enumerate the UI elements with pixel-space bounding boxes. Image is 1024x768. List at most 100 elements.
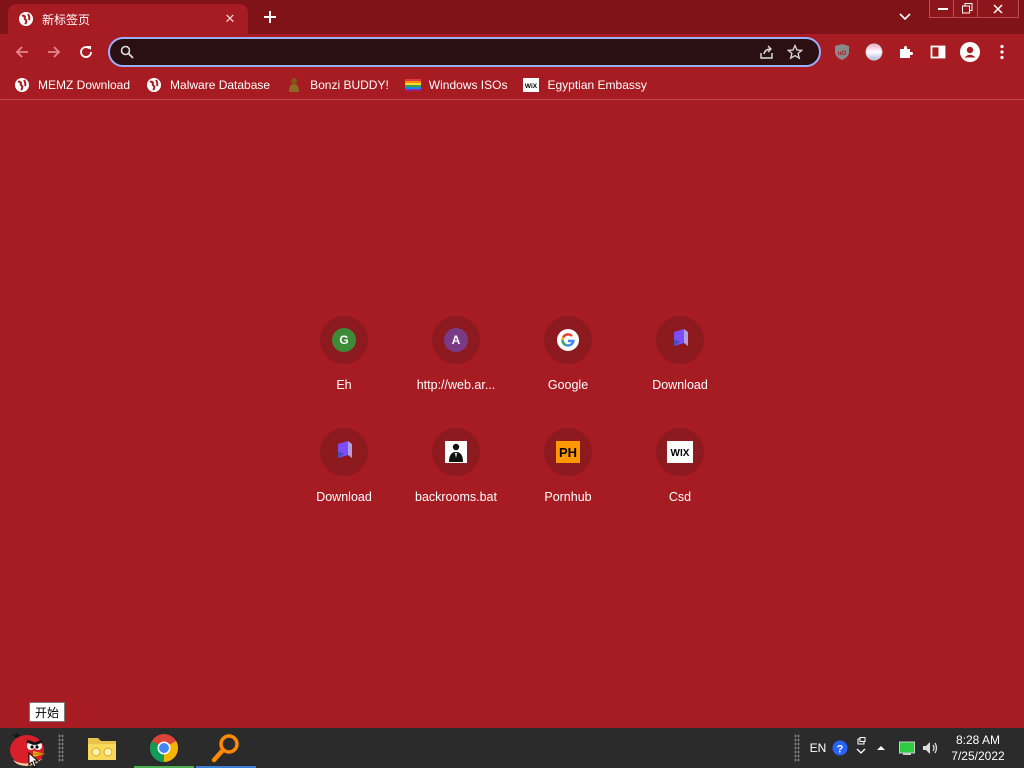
taskbar-grip[interactable] <box>58 734 64 762</box>
share-icon <box>760 45 773 59</box>
chevron-down-icon <box>899 13 911 21</box>
gradient-ball-icon <box>865 43 883 61</box>
address-input[interactable] <box>144 44 753 60</box>
tile-icon-circle: WIX <box>656 428 704 476</box>
tile-download-2[interactable]: Download <box>288 420 400 532</box>
google-icon <box>557 329 579 351</box>
bookmark-malware-database[interactable]: Malware Database <box>146 73 270 97</box>
back-button[interactable] <box>8 38 36 66</box>
cube-icon <box>338 441 352 458</box>
bookmark-memz-download[interactable]: MEMZ Download <box>14 73 130 97</box>
forward-button[interactable] <box>40 38 68 66</box>
tab-search-button[interactable] <box>895 8 915 26</box>
taskbar-app-chrome[interactable] <box>134 728 194 768</box>
tile-icon-circle: PH <box>544 428 592 476</box>
wix-icon: WiX <box>523 77 540 92</box>
svg-text:WIX: WIX <box>671 448 690 459</box>
start-button[interactable] <box>2 728 52 768</box>
taskbar: EN ? 8:28 AM 7/25/2022 <box>0 728 1024 768</box>
rainbow-icon <box>404 78 421 91</box>
close-tab-icon[interactable]: ✕ <box>222 11 238 27</box>
language-indicator[interactable]: EN <box>808 728 828 768</box>
file-explorer-icon <box>88 738 116 760</box>
toolbar: uO <box>0 34 1024 70</box>
network-button[interactable] <box>852 728 870 768</box>
omnibox[interactable] <box>108 37 821 67</box>
help-icon: ? <box>832 740 848 756</box>
profile-icon <box>960 42 980 62</box>
tile-backrooms-bat[interactable]: backrooms.bat <box>400 420 512 532</box>
bookmark-label: Windows ISOs <box>428 77 508 92</box>
tray-grip[interactable] <box>794 734 800 762</box>
kebab-menu-icon <box>1000 44 1004 60</box>
star-icon <box>787 44 803 60</box>
extensions-button[interactable] <box>896 42 916 62</box>
tile-download-1[interactable]: Download <box>624 308 736 420</box>
bookmark-windows-isos[interactable]: Windows ISOs <box>404 73 508 97</box>
search-magnifier-icon <box>211 734 239 763</box>
svg-text:WiX: WiX <box>525 83 538 90</box>
tile-label: Google <box>547 378 589 392</box>
reload-button[interactable] <box>72 38 100 66</box>
tile-google[interactable]: Google <box>512 308 624 420</box>
tile-label: Eh <box>336 378 352 392</box>
ublock-extension[interactable]: uO <box>832 42 852 62</box>
tile-label: Pornhub <box>544 490 592 504</box>
taskbar-app-explorer[interactable] <box>72 728 132 768</box>
new-tab-button[interactable] <box>260 7 280 27</box>
bookmark-label: Bonzi BUDDY! <box>310 77 389 92</box>
letter-g-icon: G <box>332 328 356 352</box>
tile-eh[interactable]: G Eh <box>288 308 400 420</box>
ball-extension[interactable] <box>864 42 884 62</box>
bookmarks-bar: MEMZ Download Malware Database Bonzi BUD… <box>0 70 1024 100</box>
svg-text:PH: PH <box>559 445 577 460</box>
start-tooltip: 开始 <box>29 702 66 722</box>
volume-button[interactable] <box>920 728 942 768</box>
bookmark-star-button[interactable] <box>781 40 809 64</box>
tile-web-archive[interactable]: A http://web.ar... <box>400 308 512 420</box>
show-hidden-icons-button[interactable] <box>872 728 890 768</box>
tile-pornhub[interactable]: PH Pornhub <box>512 420 624 532</box>
clock-time: 8:28 AM <box>955 733 1001 747</box>
side-panel-icon <box>930 45 946 59</box>
search-icon <box>120 45 134 59</box>
ublock-icon: uO <box>835 44 849 60</box>
tab-title: 新标签页 <box>42 12 91 27</box>
chevron-up-icon <box>877 746 885 750</box>
help-button[interactable]: ? <box>830 728 850 768</box>
system-clock[interactable]: 8:28 AM 7/25/2022 <box>942 732 1014 764</box>
network-icon <box>856 737 866 754</box>
mouse-cursor-icon <box>28 752 40 768</box>
bookmark-bonzi-buddy[interactable]: Bonzi BUDDY! <box>286 73 389 97</box>
tile-csd[interactable]: WIX Csd <box>624 420 736 532</box>
battery-button[interactable] <box>896 728 918 768</box>
bookmark-egyptian-embassy[interactable]: WiX Egyptian Embassy <box>523 73 647 97</box>
volume-icon <box>923 742 938 754</box>
clock-date: 7/25/2022 <box>951 749 1005 763</box>
tile-icon-circle <box>320 428 368 476</box>
close-icon <box>993 3 1003 14</box>
tile-label: Csd <box>668 490 692 504</box>
globe-icon <box>19 12 33 26</box>
bookmark-label: Malware Database <box>170 77 271 92</box>
close-window-button[interactable] <box>977 0 1019 18</box>
tile-label: backrooms.bat <box>415 490 497 504</box>
bonzi-icon <box>289 77 300 92</box>
tab-new-tab[interactable]: 新标签页 ✕ <box>8 4 248 34</box>
tile-label: http://web.ar... <box>416 378 496 392</box>
profile-button[interactable] <box>960 42 980 62</box>
svg-text:?: ? <box>837 744 844 756</box>
globe-icon <box>147 77 162 92</box>
tile-icon-circle <box>656 316 704 364</box>
side-panel-button[interactable] <box>928 42 948 62</box>
chrome-menu-button[interactable] <box>992 42 1012 62</box>
share-button[interactable] <box>753 40 781 64</box>
letter-a-icon: A <box>444 328 468 352</box>
tile-label: Download <box>316 490 372 504</box>
tile-icon-circle: G <box>320 316 368 364</box>
tab-strip: 新标签页 ✕ <box>0 0 1024 34</box>
wix-icon: WIX <box>667 441 693 463</box>
ph-icon: PH <box>556 441 580 463</box>
puzzle-icon <box>900 46 913 58</box>
taskbar-app-search[interactable] <box>196 728 256 768</box>
